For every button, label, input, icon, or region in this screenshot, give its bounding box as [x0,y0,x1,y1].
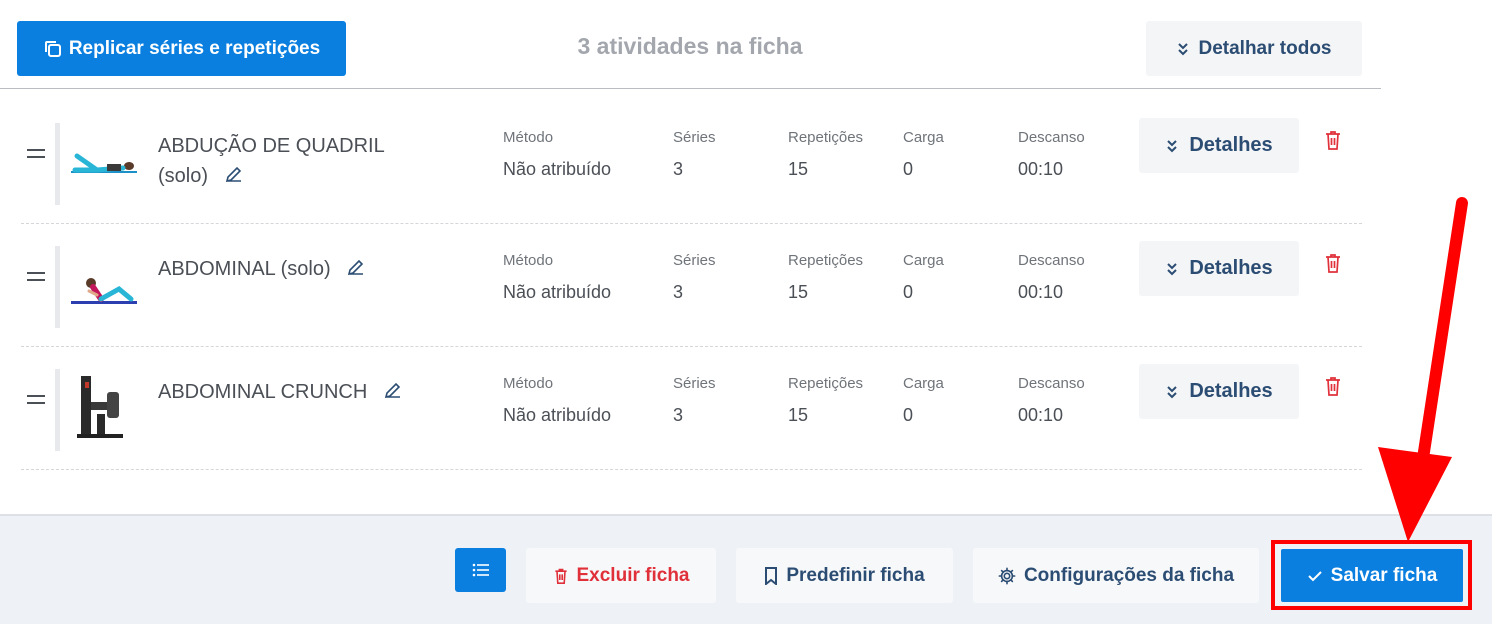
descanso-value: 00:10 [1018,282,1064,302]
carga-value: 0 [903,405,914,425]
descanso-value: 00:10 [1018,159,1064,179]
activity-name-text: ABDOMINAL CRUNCH [158,381,368,403]
crunch-on-mat-image [71,278,137,304]
descanso-label: Descanso [1018,129,1085,146]
sheet-settings-button[interactable]: Configurações da ficha [973,548,1259,603]
metodo-value: Não atribuído [503,282,612,302]
trash-icon[interactable] [1323,375,1343,397]
pencil-icon[interactable] [383,380,403,400]
details-button[interactable]: Detalhes [1139,364,1299,419]
expand-all-button[interactable]: Detalhar todos [1146,21,1362,76]
sheet-settings-label: Configurações da ficha [1023,564,1235,586]
activity-count-title: 3 atividades na ficha [577,33,803,59]
details-button[interactable]: Detalhes [1139,241,1299,296]
list-icon [472,563,489,577]
preset-sheet-button[interactable]: Predefinir ficha [736,548,953,603]
carga-label: Carga [903,375,944,392]
chevrons-down-icon [1167,385,1178,398]
row-divider [55,369,60,451]
repeticoes-value: 15 [788,159,809,179]
series-value: 3 [673,282,684,302]
save-sheet-button[interactable]: Salvar ficha [1281,549,1463,602]
replicate-series-button[interactable]: Replicar séries e repetições [17,21,346,76]
series-value: 3 [673,159,684,179]
save-sheet-label: Salvar ficha [1330,564,1438,586]
carga-label: Carga [903,129,944,146]
series-label: Séries [673,252,716,269]
carga-label: Carga [903,252,944,269]
drag-handle-icon[interactable] [27,149,49,169]
delete-sheet-button[interactable]: Excluir ficha [526,548,716,603]
row-divider [55,246,60,328]
trash-icon [554,568,567,584]
bookmark-icon [765,566,778,585]
activity-name: ABDOMINAL (solo) [158,254,418,284]
details-label: Detalhes [1189,134,1273,156]
repeticoes-label: Repetições [788,129,864,146]
metodo-label: Método [503,129,554,146]
row-divider [55,123,60,205]
repeticoes-value: 15 [788,405,809,425]
details-label: Detalhes [1189,380,1273,402]
series-label: Séries [673,129,716,146]
descanso-label: Descanso [1018,252,1085,269]
trash-icon[interactable] [1323,129,1343,151]
repeticoes-label: Repetições [788,375,864,392]
activity-name: ABDUÇÃO DE QUADRIL (solo) [158,131,418,191]
metodo-label: Método [503,252,554,269]
series-label: Séries [673,375,716,392]
activities-header: Replicar séries e repetições 3 atividade… [0,0,1381,89]
repeticoes-value: 15 [788,282,809,302]
expand-all-label: Detalhar todos [1198,37,1332,59]
activity-row: ABDOMINAL CRUNCH Método Séries Repetiçõe… [21,347,1362,470]
activity-name: ABDOMINAL CRUNCH [158,377,418,407]
metodo-label: Método [503,375,554,392]
pencil-icon[interactable] [224,164,244,184]
activity-name-text: ABDOMINAL (solo) [158,258,331,280]
chevrons-down-icon [1167,262,1178,275]
descanso-label: Descanso [1018,375,1085,392]
check-icon [1307,570,1322,581]
series-value: 3 [673,405,684,425]
trash-icon[interactable] [1323,252,1343,274]
chevrons-down-icon [1178,42,1189,55]
preset-sheet-label: Predefinir ficha [786,564,925,586]
side-lying-leg-raise-image [71,153,137,173]
drag-handle-icon[interactable] [27,395,49,415]
crunch-machine-image [77,376,123,438]
replicate-series-label: Replicar séries e repetições [68,37,321,59]
pencil-icon[interactable] [346,257,366,277]
metodo-value: Não atribuído [503,405,612,425]
chevrons-down-icon [1167,139,1178,152]
activity-row: ABDUÇÃO DE QUADRIL (solo) Método Séries … [21,101,1362,224]
carga-value: 0 [903,282,914,302]
repeticoes-label: Repetições [788,252,864,269]
details-button[interactable]: Detalhes [1139,118,1299,173]
activity-name-text: ABDUÇÃO DE QUADRIL (solo) [158,135,384,187]
activity-row: ABDOMINAL (solo) Método Séries Repetiçõe… [21,224,1362,347]
delete-sheet-label: Excluir ficha [576,564,690,586]
list-view-button[interactable] [455,548,506,592]
gear-icon [998,567,1016,584]
details-label: Detalhes [1189,257,1273,279]
carga-value: 0 [903,159,914,179]
descanso-value: 00:10 [1018,405,1064,425]
drag-handle-icon[interactable] [27,272,49,292]
metodo-value: Não atribuído [503,159,612,179]
copy-icon [44,40,61,57]
